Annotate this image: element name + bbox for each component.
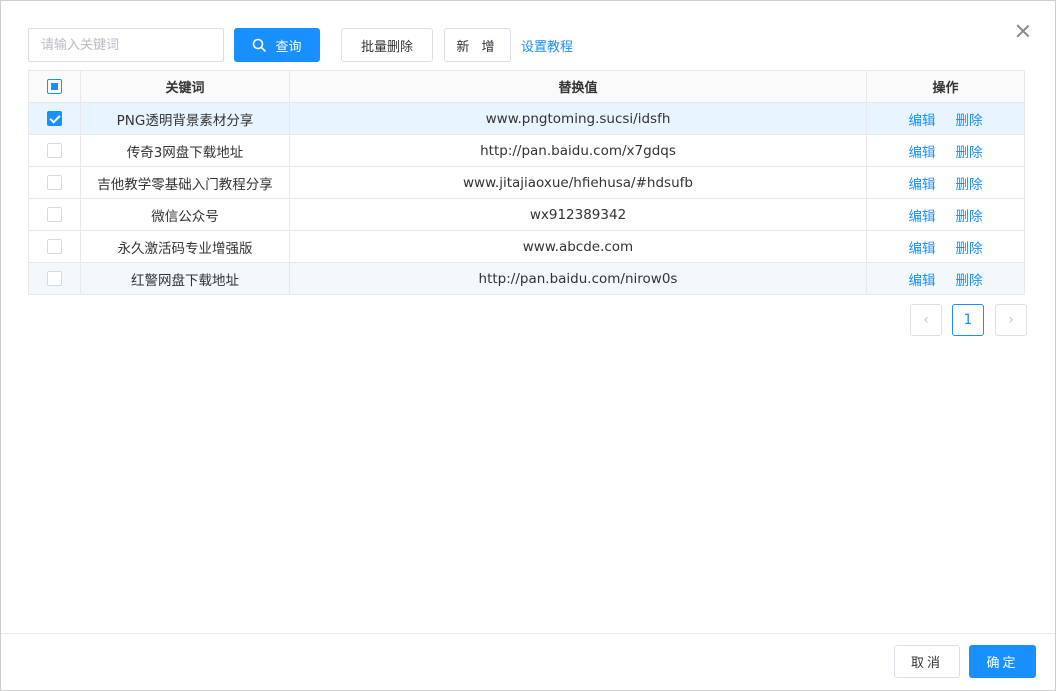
search-icon xyxy=(253,38,267,52)
select-all-cell xyxy=(28,70,81,103)
cancel-label: 取消 xyxy=(910,656,943,671)
keyword-cell: 微信公众号 xyxy=(80,198,290,231)
search-input[interactable] xyxy=(28,28,224,62)
confirm-button[interactable]: 确定 xyxy=(969,645,1036,678)
pagination-prev-button[interactable]: ‹ xyxy=(910,304,942,336)
footer-divider xyxy=(1,633,1055,634)
actions-cell: 编辑 删除 xyxy=(866,134,1025,167)
actions-cell: 编辑 删除 xyxy=(866,230,1025,263)
tutorial-link[interactable]: 设置教程 xyxy=(521,36,573,55)
add-button[interactable]: 新 增 xyxy=(444,28,511,62)
value-cell: http://pan.baidu.com/x7gdqs xyxy=(289,134,867,167)
edit-link[interactable]: 编辑 xyxy=(909,145,936,161)
table-row[interactable]: PNG透明背景素材分享 www.pngtoming.sucsi/idsfh 编辑… xyxy=(28,102,1025,135)
close-icon[interactable] xyxy=(1013,21,1033,41)
header-keyword: 关键词 xyxy=(80,70,290,103)
batch-delete-label: 批量删除 xyxy=(360,39,413,55)
select-all-checkbox[interactable] xyxy=(47,79,62,94)
delete-link[interactable]: 删除 xyxy=(956,113,983,129)
table-header-row: 关键词 替换值 操作 xyxy=(28,70,1025,103)
row-checkbox[interactable] xyxy=(47,207,62,222)
row-checkbox[interactable] xyxy=(47,239,62,254)
value-cell: www.jitajiaoxue/hfiehusa/#hdsufb xyxy=(289,166,867,199)
header-value: 替换值 xyxy=(289,70,867,103)
value-cell: wx912389342 xyxy=(289,198,867,231)
header-actions: 操作 xyxy=(866,70,1025,103)
row-checkbox[interactable] xyxy=(47,143,62,158)
keyword-cell: 吉他教学零基础入门教程分享 xyxy=(80,166,290,199)
chevron-right-icon: › xyxy=(1008,312,1014,328)
table-row[interactable]: 微信公众号 wx912389342 编辑 删除 xyxy=(28,198,1025,231)
table-row[interactable]: 红警网盘下载地址 http://pan.baidu.com/nirow0s 编辑… xyxy=(28,262,1025,295)
add-label: 新 增 xyxy=(456,39,499,55)
row-checkbox[interactable] xyxy=(47,271,62,286)
keyword-cell: 传奇3网盘下载地址 xyxy=(80,134,290,167)
delete-link[interactable]: 删除 xyxy=(956,177,983,193)
edit-link[interactable]: 编辑 xyxy=(909,209,936,225)
row-checkbox[interactable] xyxy=(47,111,62,126)
keyword-cell: PNG透明背景素材分享 xyxy=(80,102,290,135)
keyword-table: 关键词 替换值 操作 PNG透明背景素材分享 www.pngtoming.suc… xyxy=(28,70,1025,295)
cancel-button[interactable]: 取消 xyxy=(894,645,960,678)
actions-cell: 编辑 删除 xyxy=(866,166,1025,199)
value-cell: http://pan.baidu.com/nirow0s xyxy=(289,262,867,295)
value-cell: www.pngtoming.sucsi/idsfh xyxy=(289,102,867,135)
edit-link[interactable]: 编辑 xyxy=(909,113,936,129)
delete-link[interactable]: 删除 xyxy=(956,273,983,289)
query-button[interactable]: 查询 xyxy=(234,28,320,62)
pagination-next-button[interactable]: › xyxy=(995,304,1027,336)
chevron-left-icon: ‹ xyxy=(923,312,929,328)
actions-cell: 编辑 删除 xyxy=(866,198,1025,231)
keyword-cell: 永久激活码专业增强版 xyxy=(80,230,290,263)
edit-link[interactable]: 编辑 xyxy=(909,241,936,257)
row-checkbox[interactable] xyxy=(47,175,62,190)
delete-link[interactable]: 删除 xyxy=(956,209,983,225)
table-row[interactable]: 永久激活码专业增强版 www.abcde.com 编辑 删除 xyxy=(28,230,1025,263)
table-row[interactable]: 吉他教学零基础入门教程分享 www.jitajiaoxue/hfiehusa/#… xyxy=(28,166,1025,199)
value-cell: www.abcde.com xyxy=(289,230,867,263)
edit-link[interactable]: 编辑 xyxy=(909,273,936,289)
batch-delete-button[interactable]: 批量删除 xyxy=(341,28,433,62)
pagination-page-button[interactable]: 1 xyxy=(952,304,984,336)
edit-link[interactable]: 编辑 xyxy=(909,177,936,193)
delete-link[interactable]: 删除 xyxy=(956,145,983,161)
actions-cell: 编辑 删除 xyxy=(866,262,1025,295)
page-number: 1 xyxy=(963,312,973,328)
table-row[interactable]: 传奇3网盘下载地址 http://pan.baidu.com/x7gdqs 编辑… xyxy=(28,134,1025,167)
keyword-cell: 红警网盘下载地址 xyxy=(80,262,290,295)
keyword-dialog: 查询 批量删除 新 增 设置教程 关键词 替换值 操作 xyxy=(0,0,1056,691)
query-button-label: 查询 xyxy=(275,39,302,55)
actions-cell: 编辑 删除 xyxy=(866,102,1025,135)
delete-link[interactable]: 删除 xyxy=(956,241,983,257)
confirm-label: 确定 xyxy=(986,656,1019,671)
